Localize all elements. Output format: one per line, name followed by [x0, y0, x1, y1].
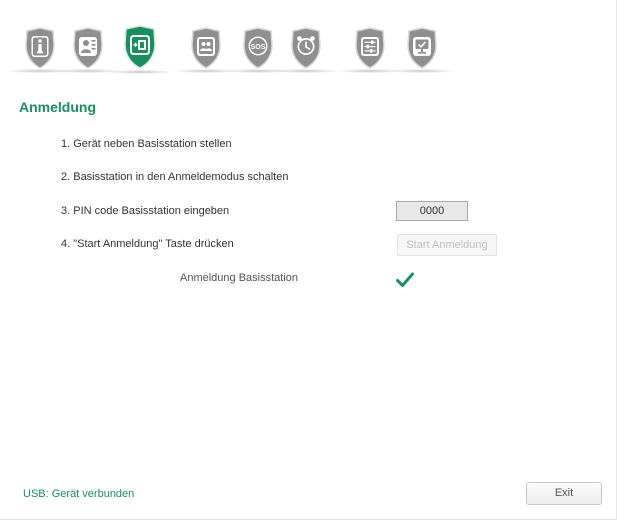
toolbar-add-device-button[interactable] — [108, 25, 172, 74]
toolbar-contact-button[interactable] — [56, 27, 120, 73]
sos-icon: SOS — [243, 27, 273, 69]
toolbar-contacts-button[interactable] — [174, 27, 238, 73]
check-icon — [396, 272, 414, 287]
contacts-book-icon — [191, 27, 221, 69]
toolbar-shadow — [274, 69, 338, 73]
info-icon — [25, 27, 55, 69]
toolbar: SOS — [0, 0, 616, 82]
add-device-icon — [124, 25, 156, 69]
start-registration-button[interactable]: Start Anmeldung — [397, 234, 497, 256]
usb-status-text: USB: Gerät verbunden — [23, 488, 135, 500]
alarm-clock-icon — [291, 27, 321, 69]
toolbar-settings-button[interactable] — [338, 27, 402, 73]
step-3-text: 3. PIN code Basisstation eingeben — [61, 205, 230, 217]
toolbar-shadow — [390, 69, 454, 73]
contact-card-icon — [73, 27, 103, 69]
sos-icon-label: SOS — [251, 44, 266, 51]
step-2-text: 2. Basisstation in den Anmeldemodus scha… — [61, 171, 289, 183]
page-title: Anmeldung — [19, 99, 96, 115]
registration-status-label: Anmeldung Basisstation — [180, 272, 299, 284]
step-1-text: 1. Gerät neben Basisstation stellen — [61, 138, 232, 150]
settings-sliders-icon — [355, 27, 385, 69]
toolbar-info-button[interactable] — [8, 27, 72, 73]
toolbar-sos-button[interactable]: SOS — [226, 27, 290, 73]
exit-button[interactable]: Exit — [526, 482, 602, 505]
toolbar-monitor-button[interactable] — [390, 27, 454, 73]
pin-code-input[interactable] — [396, 201, 468, 221]
toolbar-shadow — [108, 70, 172, 74]
monitor-icon — [407, 27, 437, 69]
step-4-text: 4. "Start Anmeldung" Taste drücken — [61, 238, 234, 250]
toolbar-alarm-button[interactable] — [274, 27, 338, 73]
